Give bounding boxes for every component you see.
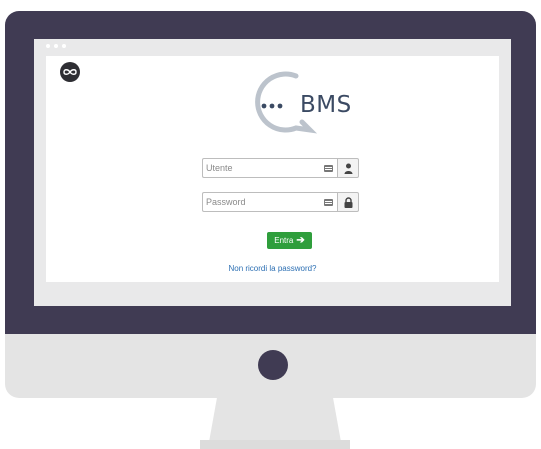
username-input[interactable]: Utente — [202, 158, 337, 178]
window-controls — [46, 44, 66, 48]
lock-icon — [337, 192, 359, 212]
user-icon — [337, 158, 359, 178]
monitor-stand-neck — [209, 398, 341, 442]
window-dot-minimize[interactable] — [54, 44, 58, 48]
arrow-right-icon: ➔ — [296, 234, 305, 246]
username-field[interactable]: Utente — [202, 158, 359, 178]
monitor-stand-base — [200, 440, 350, 449]
submit-button-label: Entra — [274, 236, 294, 245]
password-field[interactable]: Password — [202, 192, 359, 212]
forgot-password-link[interactable]: Non ricordi la password? — [46, 264, 499, 273]
window-dot-maximize[interactable] — [62, 44, 66, 48]
power-button — [258, 350, 288, 380]
username-placeholder: Utente — [206, 163, 233, 173]
window-dot-close[interactable] — [46, 44, 50, 48]
brand-logo: BMS — [236, 70, 351, 134]
brand-logo-text: BMS — [300, 92, 352, 118]
password-placeholder: Password — [206, 197, 246, 207]
keyboard-icon[interactable] — [324, 199, 333, 206]
password-input[interactable]: Password — [202, 192, 337, 212]
login-page: BMS Utente Password Entra ➔ Non ricordi … — [46, 56, 499, 282]
keyboard-icon[interactable] — [324, 165, 333, 172]
browser-window: BMS Utente Password Entra ➔ Non ricordi … — [34, 39, 511, 306]
login-submit-button[interactable]: Entra ➔ — [267, 232, 312, 249]
infinity-logo-icon — [60, 62, 80, 82]
